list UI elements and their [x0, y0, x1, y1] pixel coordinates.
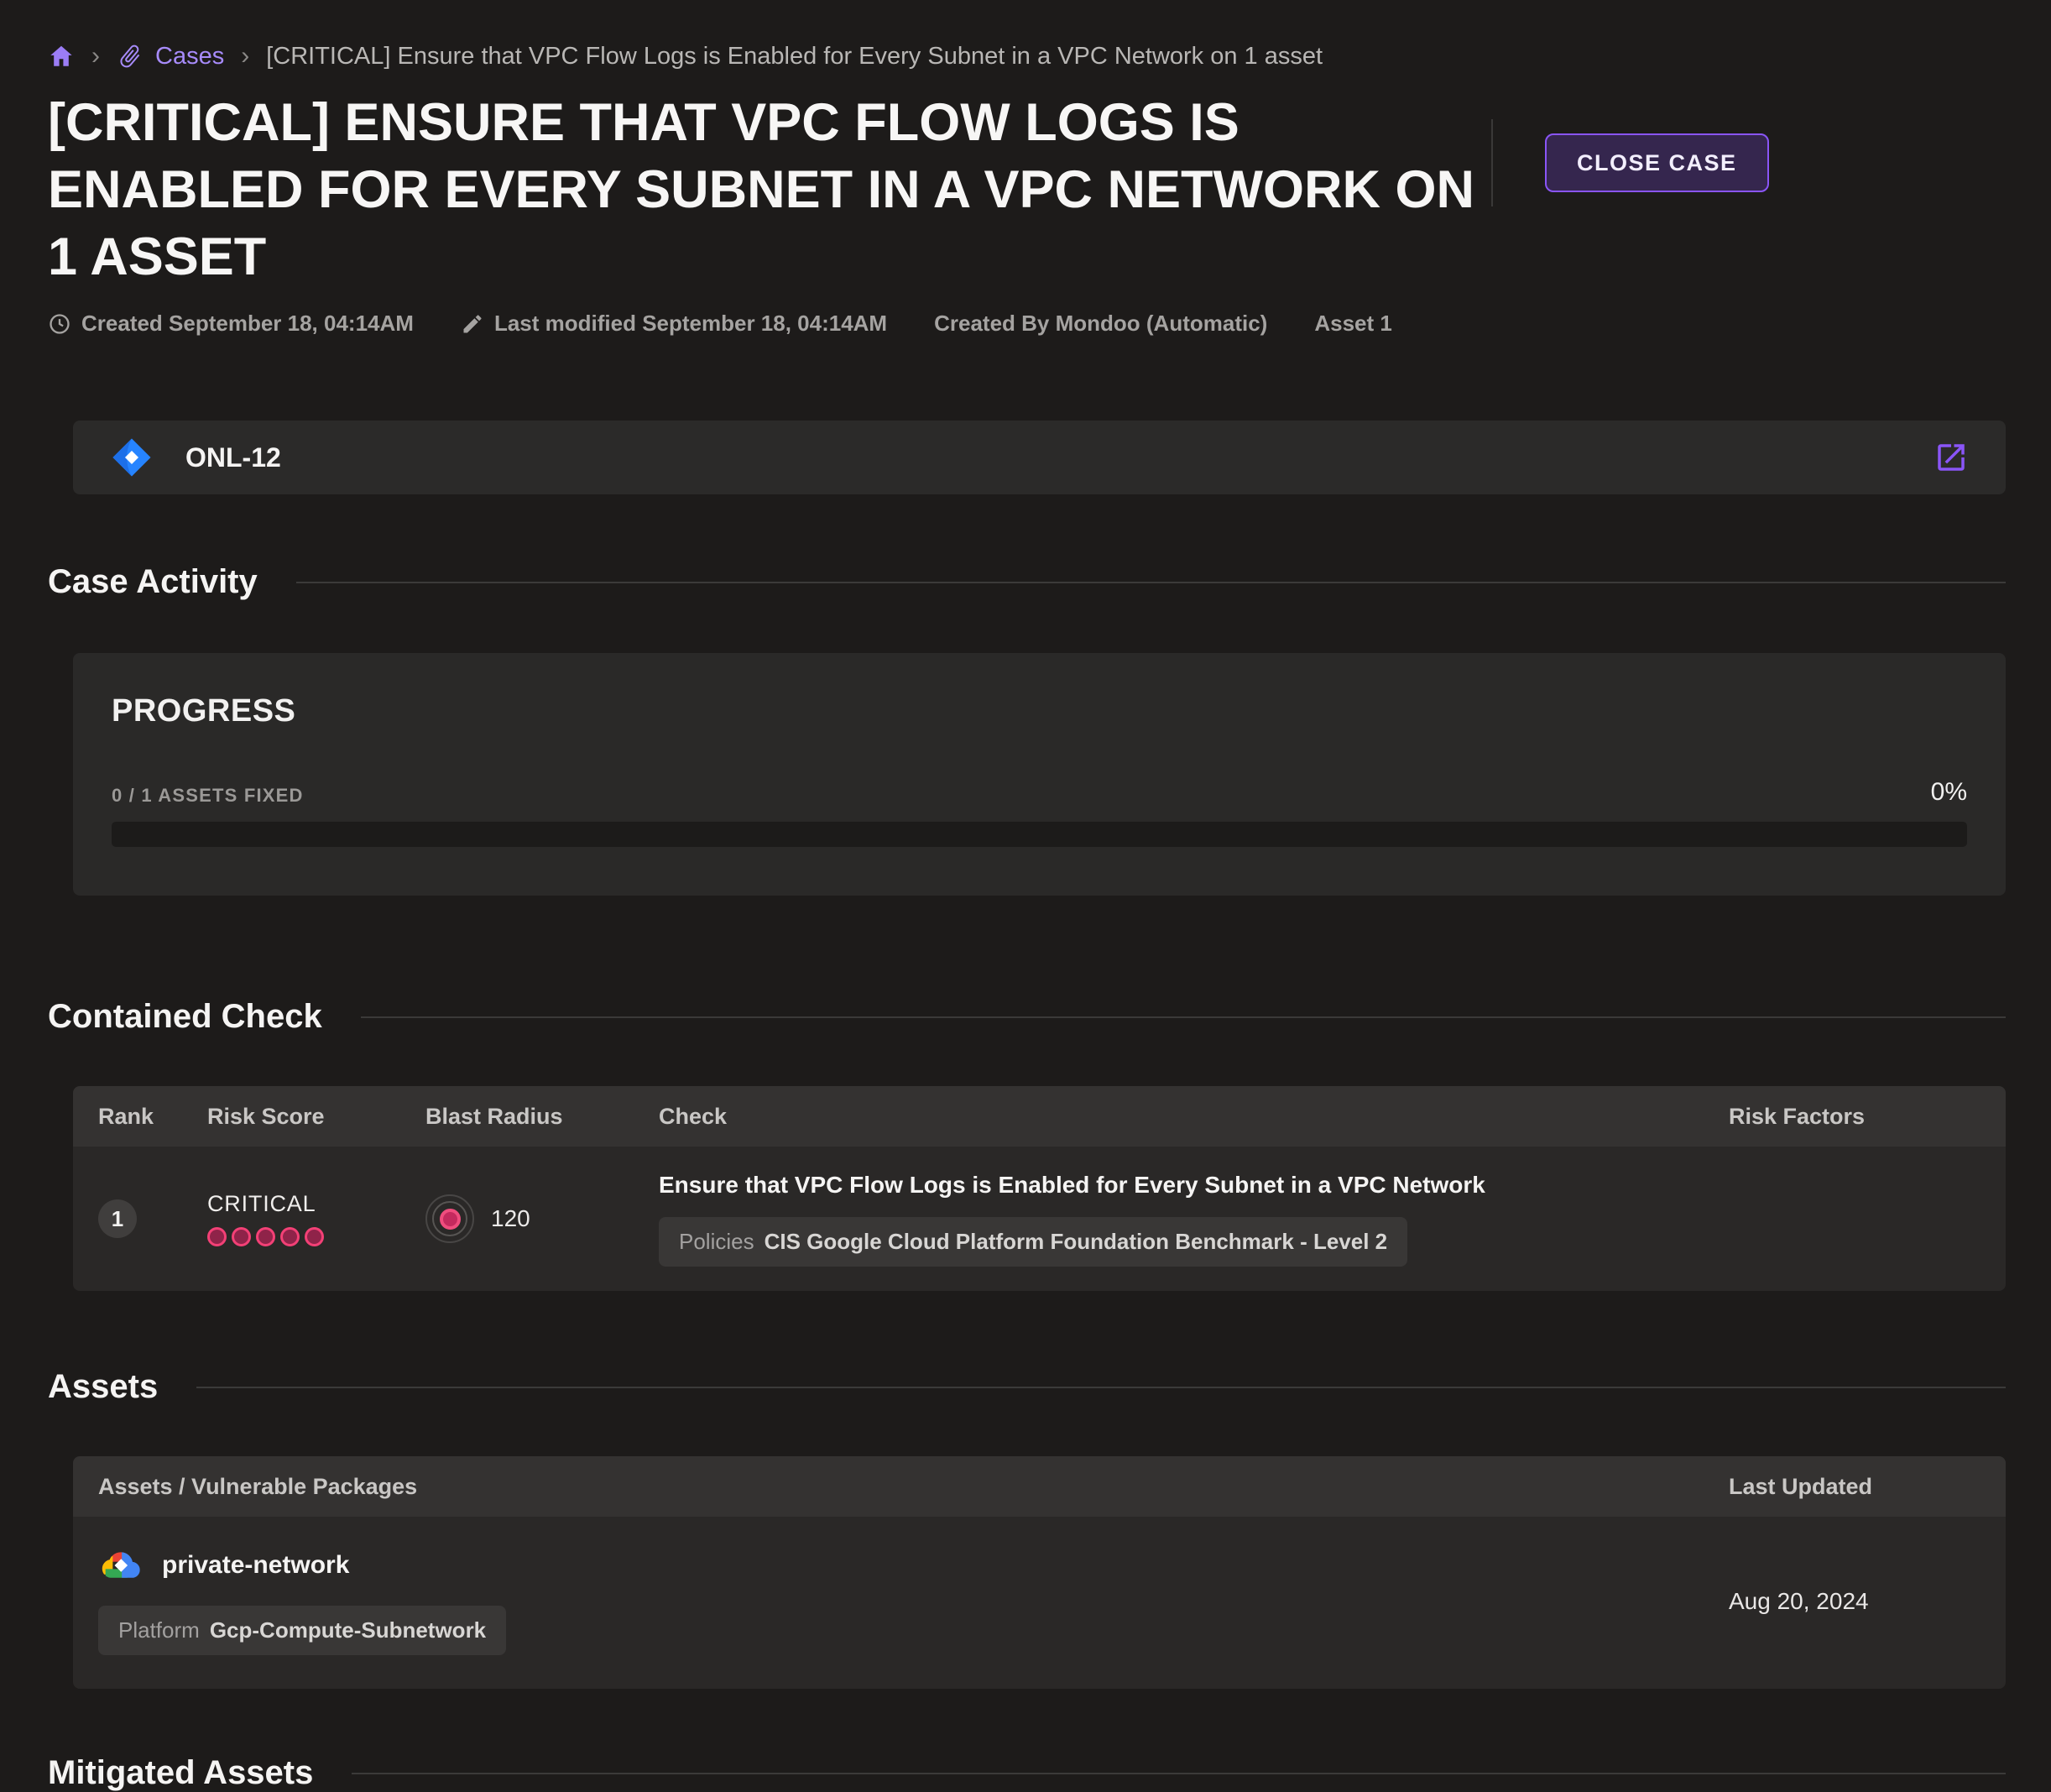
case-meta: Created September 18, 04:14AM Last modif…: [48, 311, 2006, 337]
platform-badge-value: Gcp-Compute-Subnetwork: [210, 1617, 486, 1643]
section-title-mitigated-assets: Mitigated Assets: [48, 1754, 313, 1792]
contained-check-table: Rank Risk Score Blast Radius Check Risk …: [73, 1086, 2006, 1291]
pencil-icon: [461, 312, 484, 336]
col-check: Check: [659, 1104, 1729, 1130]
progress-bar: [112, 822, 1967, 847]
section-case-activity: Case Activity: [48, 563, 2006, 601]
check-title-link[interactable]: Ensure that VPC Flow Logs is Enabled for…: [659, 1172, 1678, 1199]
policy-badge-value: CIS Google Cloud Platform Foundation Ben…: [765, 1229, 1388, 1255]
jira-icon: [110, 436, 154, 479]
clock-icon: [48, 312, 71, 336]
asset-row[interactable]: private-network Platform Gcp-Compute-Sub…: [73, 1517, 2006, 1689]
asset-cell: private-network Platform Gcp-Compute-Sub…: [98, 1547, 1729, 1655]
page-title: [CRITICAL] Ensure that VPC Flow Logs is …: [48, 89, 1491, 290]
col-blast-radius: Blast Radius: [425, 1104, 659, 1130]
ticket-id: ONL-12: [185, 442, 281, 473]
section-contained-check: Contained Check: [48, 998, 2006, 1036]
assets-table-header: Assets / Vulnerable Packages Last Update…: [73, 1456, 2006, 1517]
asset-count-meta: Asset 1: [1314, 311, 1392, 337]
created-meta: Created September 18, 04:14AM: [48, 311, 414, 337]
risk-score-label: CRITICAL: [207, 1191, 425, 1217]
risk-dot: [305, 1227, 324, 1246]
case-header: [CRITICAL] Ensure that VPC Flow Logs is …: [48, 89, 2006, 290]
breadcrumb: › Cases › [CRITICAL] Ensure that VPC Flo…: [48, 37, 2006, 76]
col-rank: Rank: [98, 1104, 207, 1130]
home-icon[interactable]: [48, 43, 75, 70]
col-risk-score: Risk Score: [207, 1104, 425, 1130]
section-divider: [361, 1016, 2006, 1018]
breadcrumb-cases-label[interactable]: Cases: [155, 43, 224, 71]
risk-dot: [256, 1227, 275, 1246]
progress-card: PROGRESS 0 / 1 ASSETS FIXED 0%: [73, 653, 2006, 896]
assets-table: Assets / Vulnerable Packages Last Update…: [73, 1456, 2006, 1689]
policy-badge-label: Policies: [679, 1229, 754, 1255]
section-mitigated-assets: Mitigated Assets: [48, 1754, 2006, 1792]
risk-dot: [232, 1227, 251, 1246]
case-page: › Cases › [CRITICAL] Ensure that VPC Flo…: [0, 0, 2051, 1792]
breadcrumb-cases-link[interactable]: Cases: [117, 43, 224, 71]
section-assets: Assets: [48, 1368, 2006, 1406]
section-title-assets: Assets: [48, 1368, 158, 1406]
blast-radius-icon: [425, 1194, 474, 1243]
check-table-row[interactable]: 1 CRITICAL 120 Ensure that VPC Flow Logs…: [73, 1147, 2006, 1291]
breadcrumb-current: [CRITICAL] Ensure that VPC Flow Logs is …: [266, 43, 1323, 71]
platform-badge-label: Platform: [118, 1617, 200, 1643]
section-divider: [352, 1773, 2006, 1774]
close-case-button[interactable]: CLOSE CASE: [1545, 133, 1769, 192]
col-last-updated: Last Updated: [1729, 1474, 2006, 1500]
rank-badge: 1: [98, 1199, 137, 1238]
risk-dot: [207, 1227, 227, 1246]
google-cloud-icon: [98, 1547, 142, 1584]
assets-fixed-label: 0 / 1 ASSETS FIXED: [112, 785, 304, 807]
jira-ticket-row[interactable]: ONL-12: [73, 421, 2006, 494]
blast-radius-value: 120: [491, 1205, 530, 1232]
risk-dot: [280, 1227, 300, 1246]
section-divider: [296, 582, 2006, 583]
external-link-icon[interactable]: [1934, 440, 1969, 475]
blast-radius-cell: 120: [425, 1194, 659, 1243]
asset-name[interactable]: private-network: [162, 1551, 349, 1580]
header-divider: [1491, 119, 1493, 206]
modified-meta: Last modified September 18, 04:14AM: [461, 311, 887, 337]
breadcrumb-separator: ›: [241, 42, 249, 71]
platform-badge: Platform Gcp-Compute-Subnetwork: [98, 1606, 506, 1655]
asset-last-updated: Aug 20, 2024: [1729, 1588, 2006, 1615]
section-divider: [196, 1387, 2006, 1388]
section-title-contained-check: Contained Check: [48, 998, 322, 1036]
check-table-header: Rank Risk Score Blast Radius Check Risk …: [73, 1086, 2006, 1147]
created-by-meta: Created By Mondoo (Automatic): [934, 311, 1267, 337]
breadcrumb-separator: ›: [91, 42, 100, 71]
col-assets-packages: Assets / Vulnerable Packages: [98, 1474, 1729, 1500]
col-risk-factors: Risk Factors: [1729, 1104, 2006, 1130]
section-title-case-activity: Case Activity: [48, 563, 258, 601]
policy-badge: Policies CIS Google Cloud Platform Found…: [659, 1217, 1407, 1267]
check-cell: Ensure that VPC Flow Logs is Enabled for…: [659, 1172, 1729, 1267]
progress-percent: 0%: [1931, 778, 1967, 807]
risk-score-dots: [207, 1227, 425, 1246]
risk-score-cell: CRITICAL: [207, 1191, 425, 1246]
header-actions: CLOSE CASE: [1491, 119, 1769, 206]
progress-title: PROGRESS: [112, 693, 1967, 729]
